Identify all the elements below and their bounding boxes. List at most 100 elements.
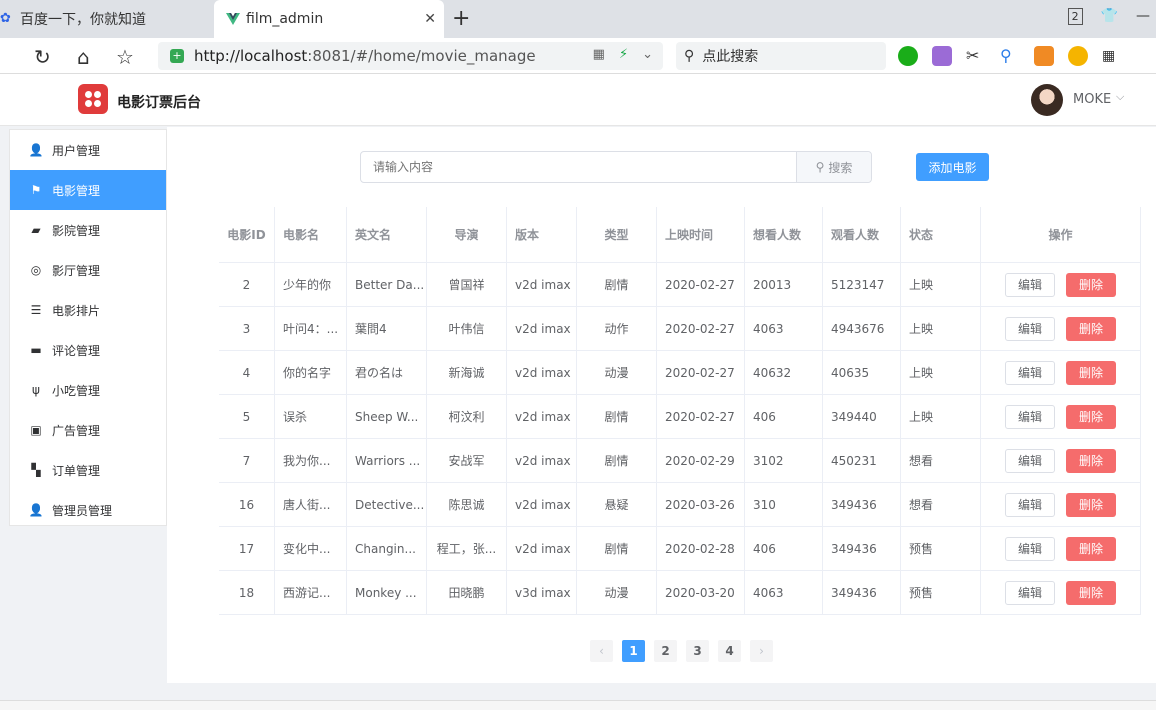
page-number-button[interactable]: 4 bbox=[718, 640, 741, 662]
table-cell: 上映 bbox=[901, 263, 981, 306]
edit-button[interactable]: 编辑 bbox=[1005, 404, 1055, 429]
delete-button[interactable]: 删除 bbox=[1066, 448, 1116, 473]
sidebar-item-1[interactable]: ⚑ 电影管理 bbox=[10, 170, 166, 210]
table-cell: v2d imax bbox=[507, 439, 577, 482]
minimize-icon[interactable]: — bbox=[1136, 8, 1150, 25]
baidu-paw-icon: ✿ bbox=[0, 11, 11, 26]
sidebar-item-8[interactable]: ▚ 订单管理 bbox=[10, 450, 166, 490]
table-cell: 君の名は bbox=[347, 351, 427, 394]
address-bar[interactable]: + http://localhost:8081/#/home/movie_man… bbox=[158, 42, 663, 70]
browser-tab-baidu[interactable]: ✿ 百度一下，你就知道 bbox=[0, 0, 212, 38]
table-cell: 349436 bbox=[823, 483, 901, 526]
sidebar-item-3[interactable]: ◎ 影厅管理 bbox=[10, 250, 166, 290]
new-tab-icon[interactable]: + bbox=[452, 6, 470, 31]
table-header-cell: 电影ID bbox=[219, 207, 275, 262]
page-number-button[interactable]: 2 bbox=[654, 640, 677, 662]
close-icon[interactable]: ✕ bbox=[424, 11, 436, 27]
sidebar-item-7[interactable]: ▣ 广告管理 bbox=[10, 410, 166, 450]
table-cell: Sheep W... bbox=[347, 395, 427, 438]
shirt-icon[interactable]: 👕 bbox=[1101, 8, 1118, 25]
delete-button[interactable]: 删除 bbox=[1066, 580, 1116, 605]
user-name[interactable]: MOKE bbox=[1073, 92, 1111, 107]
table-cell: 2020-03-20 bbox=[657, 571, 745, 614]
table-cell: 柯汶利 bbox=[427, 395, 507, 438]
table-cell: 2020-02-27 bbox=[657, 307, 745, 350]
movie-search-box: ⚲ 搜索 bbox=[360, 151, 872, 183]
table-cell: 2020-02-29 bbox=[657, 439, 745, 482]
table-cell: 40632 bbox=[745, 351, 823, 394]
table-row: 7 我为你... Warriors ... 安战军 v2d imax 剧情 2020-02-… bbox=[219, 439, 1141, 483]
sidebar-item-9[interactable]: 👤 管理员管理 bbox=[10, 490, 166, 530]
table-actions-cell: 编辑 删除 bbox=[981, 307, 1141, 350]
table-row: 17 变化中... Changin... 程工，张... v2d imax 剧情 2020-… bbox=[219, 527, 1141, 571]
game-extension-icon[interactable] bbox=[1034, 46, 1054, 66]
coin-extension-icon[interactable] bbox=[1068, 46, 1088, 66]
qr-code-icon[interactable]: ▦ bbox=[593, 47, 605, 62]
chevron-down-icon[interactable]: ⌵ bbox=[1116, 90, 1124, 104]
table-cell: 我为你... bbox=[275, 439, 347, 482]
edit-button[interactable]: 编辑 bbox=[1005, 360, 1055, 385]
browser-tab-film-admin[interactable]: film_admin ✕ bbox=[214, 0, 444, 38]
scissors-icon[interactable]: ✂ bbox=[966, 46, 986, 66]
edit-button[interactable]: 编辑 bbox=[1005, 492, 1055, 517]
table-cell: 悬疑 bbox=[577, 483, 657, 526]
table-cell: 田晓鹏 bbox=[427, 571, 507, 614]
delete-button[interactable]: 删除 bbox=[1066, 272, 1116, 297]
extension-green-icon[interactable] bbox=[898, 46, 918, 66]
flag-icon: ⚑ bbox=[30, 183, 42, 197]
search-button[interactable]: ⚲ 搜索 bbox=[796, 152, 871, 182]
sidebar-menu: 👤 用户管理 ⚑ 电影管理 ▰ 影院管理 ◎ 影厅管理 ☰ 电影排片 ▬ 评论管理 ψ 小吃管理 ▣ 广告管理… bbox=[9, 129, 167, 526]
star-icon[interactable]: ☆ bbox=[116, 45, 134, 69]
sidebar-item-2[interactable]: ▰ 影院管理 bbox=[10, 210, 166, 250]
edit-button[interactable]: 编辑 bbox=[1005, 580, 1055, 605]
sidebar-item-4[interactable]: ☰ 电影排片 bbox=[10, 290, 166, 330]
prev-page-button[interactable]: ‹ bbox=[590, 640, 613, 662]
delete-button[interactable]: 删除 bbox=[1066, 316, 1116, 341]
browser-tab-title: 百度一下，你就知道 bbox=[20, 12, 146, 28]
edit-button[interactable]: 编辑 bbox=[1005, 448, 1055, 473]
reload-icon[interactable]: ↻ bbox=[34, 45, 51, 69]
next-page-button[interactable]: › bbox=[750, 640, 773, 662]
table-cell: 预售 bbox=[901, 527, 981, 570]
avatar[interactable] bbox=[1031, 84, 1063, 116]
table-cell: v2d imax bbox=[507, 307, 577, 350]
table-cell: Warriors ... bbox=[347, 439, 427, 482]
edit-button[interactable]: 编辑 bbox=[1005, 316, 1055, 341]
magnifier-extension-icon[interactable]: ⚲ bbox=[1000, 46, 1020, 66]
page-number-button[interactable]: 1 bbox=[622, 640, 645, 662]
table-cell: 7 bbox=[219, 439, 275, 482]
grid-menu-icon[interactable]: ▦ bbox=[1102, 46, 1122, 66]
delete-button[interactable]: 删除 bbox=[1066, 492, 1116, 517]
table-cell: 安战军 bbox=[427, 439, 507, 482]
table-cell: 西游记... bbox=[275, 571, 347, 614]
edit-button[interactable]: 编辑 bbox=[1005, 536, 1055, 561]
lightning-icon[interactable]: ⚡ bbox=[619, 47, 628, 62]
edit-button[interactable]: 编辑 bbox=[1005, 272, 1055, 297]
table-cell: 程工，张... bbox=[427, 527, 507, 570]
delete-button[interactable]: 删除 bbox=[1066, 536, 1116, 561]
table-cell: 你的名字 bbox=[275, 351, 347, 394]
delete-button[interactable]: 删除 bbox=[1066, 360, 1116, 385]
table-cell: 20013 bbox=[745, 263, 823, 306]
add-movie-button[interactable]: 添加电影 bbox=[916, 153, 989, 181]
sidebar-item-0[interactable]: 👤 用户管理 bbox=[10, 130, 166, 170]
table-cell: 上映 bbox=[901, 307, 981, 350]
translate-extension-icon[interactable] bbox=[932, 46, 952, 66]
table-actions-cell: 编辑 删除 bbox=[981, 351, 1141, 394]
table-cell: 动漫 bbox=[577, 351, 657, 394]
app-logo bbox=[78, 84, 108, 114]
delete-button[interactable]: 删除 bbox=[1066, 404, 1116, 429]
table-cell: 剧情 bbox=[577, 527, 657, 570]
home-icon[interactable]: ⌂ bbox=[77, 45, 90, 69]
page-number-button[interactable]: 3 bbox=[686, 640, 709, 662]
table-cell: 40635 bbox=[823, 351, 901, 394]
sidebar-item-5[interactable]: ▬ 评论管理 bbox=[10, 330, 166, 370]
search-input[interactable] bbox=[361, 152, 791, 182]
sidebar-item-6[interactable]: ψ 小吃管理 bbox=[10, 370, 166, 410]
tab-count-badge[interactable]: 2 bbox=[1067, 8, 1083, 25]
browser-search-input[interactable]: ⚲ 点此搜索 bbox=[676, 42, 886, 70]
chevron-down-icon[interactable]: ⌄ bbox=[642, 47, 653, 62]
table-cell: 2020-03-26 bbox=[657, 483, 745, 526]
table-header-cell: 想看人数 bbox=[745, 207, 823, 262]
browser-tab-title: film_admin bbox=[246, 11, 324, 27]
